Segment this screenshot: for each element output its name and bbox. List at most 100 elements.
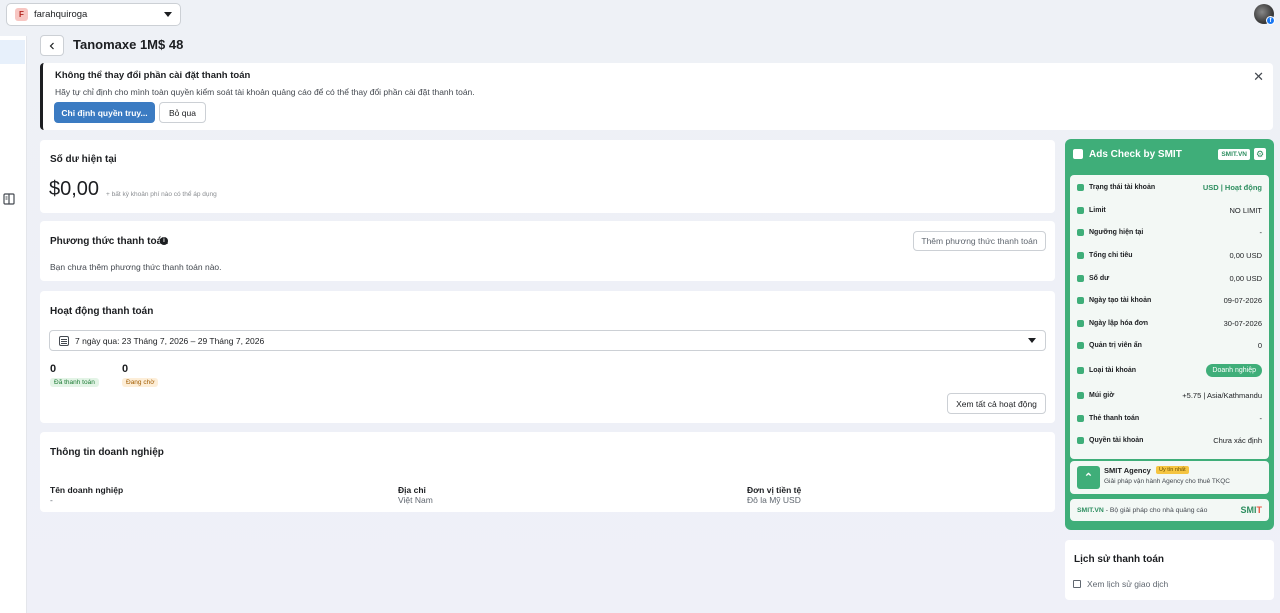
agency-desc: Giải pháp vận hành Agency cho thuê TKQC [1104,478,1230,485]
add-payment-method-button[interactable]: Thêm phương thức thanh toán [913,231,1046,251]
paid-count: 0 [50,363,57,375]
ac-row-timezone: Múi giờ +5.75 | Asia/Kathmandu [1070,388,1269,402]
clock-icon [1077,391,1084,399]
smit-agency-logo-icon: ⌃ [1077,466,1100,489]
ac-row-permission: Quyền tài khoản Chưa xác định [1070,433,1269,447]
smit-footer-brand: SMIT.VN [1077,506,1104,514]
ac-label: Thẻ thanh toán [1089,414,1140,422]
currency-value: Đô la Mỹ USD [747,495,801,505]
paid-badge: Đã thanh toán [50,378,99,387]
ac-label: Múi giờ [1089,391,1115,399]
business-name-label: Tên doanh nghiệp [50,485,124,495]
business-name-value: - [50,495,53,505]
account-name: farahquiroga [34,9,88,20]
receipt-icon [1073,580,1081,588]
smit-agency-promo[interactable]: ⌃ SMIT Agency Uy tín nhất Giải pháp vận … [1070,461,1269,494]
info-icon[interactable]: i [160,237,168,245]
ads-check-title: Ads Check by SMIT [1089,148,1182,160]
ac-row-hidden-admins: Quản trị viên ẩn 0 [1070,338,1269,352]
chevron-down-icon [164,12,172,17]
calendar-icon [1077,296,1084,304]
banner-text: Hãy tự chỉ định cho mình toàn quyền kiểm… [55,87,475,97]
threshold-icon [1077,228,1084,236]
back-button[interactable] [40,35,64,56]
ac-row-status: Trạng thái tài khoản USD | Hoạt động [1070,180,1269,194]
smit-footer-desc: - Bộ giải pháp cho nhà quảng cáo [1103,506,1208,514]
business-info-card: Thông tin doanh nghiệp Tên doanh nghiệp … [40,432,1055,512]
ads-check-header: Ads Check by SMIT SMIT.VN ⚙ [1065,139,1274,169]
chevron-left-icon [49,42,54,49]
ac-value: - [1259,413,1263,423]
ac-label: Ngày lập hóa đơn [1089,319,1149,327]
payment-empty-text: Bạn chưa thêm phương thức thanh toán nào… [50,262,222,272]
business-title: Thông tin doanh nghiệp [50,447,164,458]
close-icon[interactable]: ✕ [1253,69,1264,85]
status-icon [1077,183,1084,191]
ac-row-spend: Tổng chi tiêu 0,00 USD [1070,248,1269,262]
ac-row-account-type: Loại tài khoản Doanh nghiệp [1070,363,1269,377]
date-range-select[interactable]: 7 ngày qua: 23 Tháng 7, 2026 – 29 Tháng … [49,330,1046,351]
smit-footer-link[interactable]: SMIT.VN - Bộ giải pháp cho nhà quảng cáo… [1070,499,1269,521]
currency-label: Đơn vị tiền tệ [747,485,802,495]
ac-row-created: Ngày tạo tài khoản 09-07-2026 [1070,293,1269,307]
view-transaction-history-link[interactable]: Xem lịch sử giao dịch [1073,579,1168,589]
payment-method-title: Phương thức thanh toán [50,236,169,247]
page-title: Tanomaxe 1M$ 48 [73,37,184,52]
chevron-down-icon [1028,338,1036,343]
ac-value: 30-07-2026 [1223,318,1262,328]
ac-label: Số dư [1089,274,1110,282]
ac-value: - [1259,227,1263,237]
history-link-label: Xem lịch sử giao dịch [1087,579,1169,589]
balance-amount: $0,00 [49,178,100,200]
smit-logo: SMIT [1240,505,1262,515]
smit-logo-accent: T [1256,505,1263,515]
ac-row-invoice: Ngày lập hóa đơn 30-07-2026 [1070,316,1269,330]
spend-icon [1077,251,1084,259]
account-selector[interactable]: F farahquiroga [6,3,181,26]
ac-value: NO LIMIT [1229,205,1262,215]
assign-access-button[interactable]: Chỉ định quyền truy... [54,102,155,123]
panel-toggle-icon[interactable] [3,193,15,205]
payment-activity-card: Hoạt động thanh toán 7 ngày qua: 23 Thán… [40,291,1055,423]
limit-icon [1077,206,1084,214]
ac-row-card: Thẻ thanh toán - [1070,411,1269,425]
ac-label: Quyền tài khoản [1089,436,1144,444]
view-all-activity-button[interactable]: Xem tất cả hoạt động [947,393,1046,414]
gear-icon[interactable]: ⚙ [1254,148,1266,160]
left-nav-active-item[interactable] [0,40,25,64]
date-range-text: 7 ngày qua: 23 Tháng 7, 2026 – 29 Tháng … [75,335,265,346]
ac-value: USD | Hoạt động [1202,182,1262,192]
ac-value: 0,00 USD [1229,250,1262,260]
shield-icon [1077,341,1084,349]
balance-title: Số dư hiện tại [50,154,117,165]
ac-row-limit: Limit NO LIMIT [1070,203,1269,217]
permission-warning-banner: Không thể thay đổi phần cài đặt thanh to… [40,63,1273,130]
activity-title: Hoạt động thanh toán [50,306,154,317]
payment-method-card: Phương thức thanh toán i Thêm phương thứ… [40,221,1055,281]
ads-check-panel: Ads Check by SMIT SMIT.VN ⚙ Trạng thái t… [1065,139,1274,530]
ads-check-logo-icon [1073,149,1083,159]
smit-logo-main: SMI [1240,505,1257,515]
history-title: Lịch sử thanh toán [1074,554,1165,565]
address-value: Việt Nam [398,495,433,505]
pending-badge: Đang chờ [122,378,159,387]
pending-count: 0 [122,363,129,375]
account-type-icon [1077,366,1084,374]
facebook-icon: f [1266,16,1275,25]
smit-badge[interactable]: SMIT.VN [1218,148,1250,160]
agency-name: SMIT Agency [1104,466,1151,475]
skip-button[interactable]: Bỏ qua [159,102,206,123]
invoice-icon [1077,319,1084,327]
ac-value: +5.75 | Asia/Kathmandu [1182,390,1262,400]
ac-value: 0 [1257,340,1262,350]
ac-label: Trạng thái tài khoản [1089,183,1156,191]
ac-label: Quản trị viên ẩn [1089,341,1142,349]
ac-label: Ngày tạo tài khoản [1089,296,1152,304]
account-avatar: F [15,8,28,21]
ac-label: Tổng chi tiêu [1089,251,1133,259]
ac-value: Chưa xác định [1213,435,1262,445]
permission-icon [1077,436,1084,444]
credit-card-icon [1077,414,1084,422]
left-nav-rail [0,36,27,613]
balance-note: + bất kỳ khoản phí nào có thể áp dụng [106,191,217,198]
